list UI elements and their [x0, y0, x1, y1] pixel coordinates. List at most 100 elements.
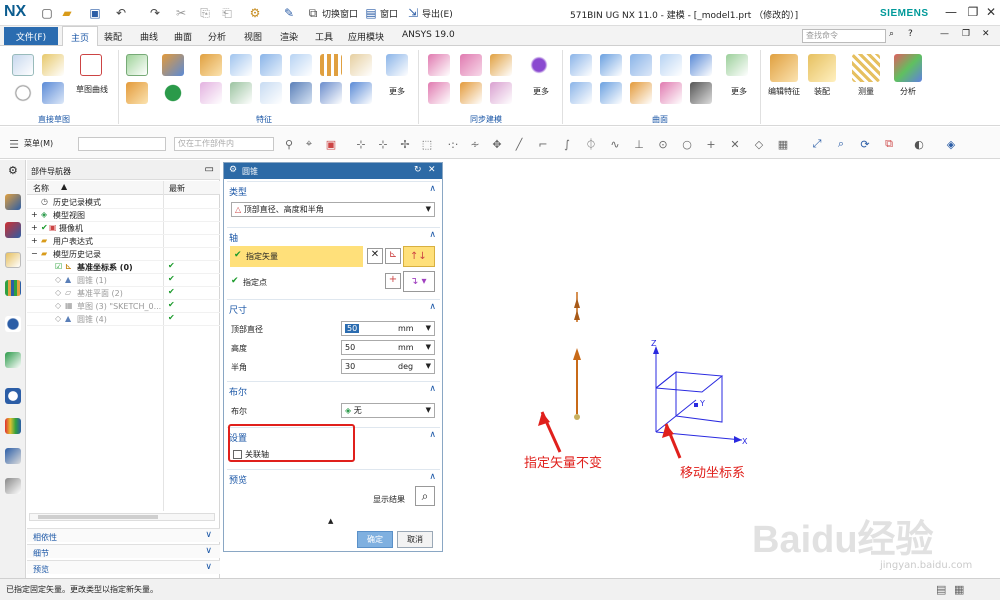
collapse-icon[interactable]: −	[31, 249, 38, 258]
cross-icon[interactable]: +	[704, 137, 718, 151]
cut-icon[interactable]: ✂	[172, 4, 190, 22]
snap-point-icon[interactable]: ▣	[324, 137, 338, 151]
minimize-doc-icon[interactable]: —	[940, 29, 949, 39]
horizontal-scrollbar[interactable]	[29, 513, 215, 521]
intersect-point-icon[interactable]: ✕	[728, 137, 742, 151]
through-mesh-icon[interactable]	[660, 54, 682, 76]
half-angle-unit[interactable]: deg	[398, 360, 413, 373]
switch-window-label[interactable]: 切换窗口	[322, 7, 358, 20]
rect-select-icon[interactable]: ⬚	[420, 137, 434, 151]
minimize-icon[interactable]: —	[940, 3, 962, 21]
maximize-panel-icon[interactable]: ▭	[205, 164, 214, 175]
pattern-point-icon[interactable]: ✥	[490, 137, 504, 151]
curve-icon[interactable]: ∫	[560, 137, 574, 151]
vector-type-select[interactable]: ↑↓ ▾	[403, 246, 435, 281]
tree-row-model-history[interactable]: − ▰ 模型历史记录	[27, 248, 220, 261]
menu-button[interactable]: 菜单(M)	[24, 138, 53, 149]
part-navigator-icon[interactable]	[5, 252, 21, 268]
open-folder-icon[interactable]: ▰	[58, 4, 76, 22]
new-file-icon[interactable]: ▢	[38, 4, 56, 22]
filter-icon[interactable]: ⚲	[282, 137, 296, 151]
block-icon[interactable]	[200, 54, 222, 76]
delete-face-icon[interactable]	[428, 82, 450, 104]
roles-icon[interactable]	[5, 478, 21, 494]
top-diameter-unit[interactable]: mm	[398, 322, 414, 335]
clock-icon[interactable]	[5, 388, 21, 404]
more-sync-label[interactable]: 更多	[526, 86, 556, 97]
collapse-arrow-icon[interactable]: ▲	[328, 517, 333, 525]
specify-vector-row[interactable]: ✔ 指定矢量	[230, 246, 363, 267]
rotate-icon[interactable]: ⟳	[858, 137, 872, 151]
line-icon[interactable]: ╱	[512, 137, 526, 151]
hole-icon[interactable]	[162, 82, 184, 104]
replace-face-icon[interactable]	[528, 54, 550, 76]
profile-icon[interactable]	[80, 54, 102, 76]
extrude-icon[interactable]	[162, 54, 184, 76]
analysis-icon[interactable]	[894, 54, 922, 82]
system-materials-icon[interactable]	[5, 418, 21, 434]
thicken-icon[interactable]	[350, 82, 372, 104]
analysis-label[interactable]: 分析	[892, 86, 924, 97]
panel-preview[interactable]: 预览 ∨	[27, 560, 220, 574]
tab-render[interactable]: 渲染	[280, 30, 298, 43]
datum-plane-icon[interactable]	[126, 54, 148, 76]
preview-section-header[interactable]: 预览	[229, 473, 247, 486]
tab-applications[interactable]: 应用模块	[348, 30, 384, 43]
assembly-label[interactable]: 装配	[806, 86, 838, 97]
half-angle-value[interactable]: 30	[345, 362, 355, 371]
ruled-surface-icon[interactable]	[600, 54, 622, 76]
export-menu[interactable]: 导出(E)	[422, 7, 453, 20]
subtract-icon[interactable]	[290, 54, 312, 76]
expand-icon[interactable]: +	[31, 236, 38, 245]
sort-ascending-icon[interactable]: ▲	[61, 182, 67, 191]
scrollbar-thumb[interactable]	[38, 515, 158, 519]
fit-icon[interactable]: ⤢	[810, 137, 824, 151]
resize-face-icon[interactable]	[490, 82, 512, 104]
undo-icon[interactable]: ↶	[112, 4, 130, 22]
redo-icon[interactable]: ↷	[146, 4, 164, 22]
tree-row-cameras[interactable]: + ✔ ▣ 摄像机	[27, 222, 220, 235]
reset-icon[interactable]: ↻	[414, 165, 422, 175]
zigzag-icon[interactable]: ⏀	[584, 137, 598, 151]
height-value[interactable]: 50	[345, 343, 355, 352]
dialog-settings-icon[interactable]: ⚙	[229, 165, 237, 175]
split-body-icon[interactable]	[320, 82, 342, 104]
spline-icon[interactable]: ∿	[608, 137, 622, 151]
tree-row-cone-4[interactable]: ◇ ▲ 圆锥 (4) ✔	[27, 313, 220, 326]
intersect-icon[interactable]	[290, 82, 312, 104]
restore-doc-icon[interactable]: ❐	[962, 29, 970, 39]
tab-ansys[interactable]: ANSYS 19.0	[402, 30, 455, 40]
tangent-icon[interactable]: ⊥	[632, 137, 646, 151]
scope-select[interactable]: 仅在工作部件内	[174, 137, 274, 151]
web-browser-icon[interactable]	[5, 316, 21, 332]
studio-surface-icon[interactable]	[690, 54, 712, 76]
grid-icon[interactable]: ▦	[776, 137, 790, 151]
measure-icon[interactable]	[852, 54, 880, 82]
expand-icon[interactable]: +	[31, 223, 38, 232]
search-icon[interactable]: ⌕	[889, 29, 894, 39]
process-studio-icon[interactable]	[5, 448, 21, 464]
half-angle-field[interactable]: 30 deg ▼	[341, 359, 435, 374]
status-icon-1[interactable]: ▤	[936, 583, 946, 596]
tree-row-datum-csys[interactable]: ☑ ⊾ 基准坐标系 (0) ✔	[27, 261, 220, 274]
assembly-icon[interactable]	[808, 54, 836, 82]
edit-feature-label[interactable]: 编辑特征	[764, 86, 804, 97]
n-sided-surface-icon[interactable]	[600, 82, 622, 104]
pattern-icon[interactable]	[320, 54, 342, 76]
chevron-up-icon[interactable]: ∧	[429, 384, 436, 394]
circle-point-icon[interactable]: ○	[680, 137, 694, 151]
tab-tools[interactable]: 工具	[315, 30, 333, 43]
tab-view[interactable]: 视图	[244, 30, 262, 43]
move-face-icon[interactable]	[428, 54, 450, 76]
extrude-sketch-icon[interactable]	[42, 82, 64, 104]
tab-curve[interactable]: 曲线	[140, 30, 158, 43]
more-surface-label[interactable]: 更多	[724, 86, 754, 97]
panel-dependencies[interactable]: 相依性 ∨	[27, 528, 220, 542]
cylinder-icon[interactable]	[126, 82, 148, 104]
render-style-icon[interactable]: ◐	[912, 137, 926, 151]
status-icon-2[interactable]: ▦	[954, 583, 964, 596]
tab-home[interactable]: 主页	[62, 26, 99, 47]
unite-icon[interactable]	[260, 54, 282, 76]
type-select[interactable]: △ 顶部直径、高度和半角 ▼	[231, 202, 435, 217]
tree-row-model-views[interactable]: + ◈ 模型视图	[27, 209, 220, 222]
